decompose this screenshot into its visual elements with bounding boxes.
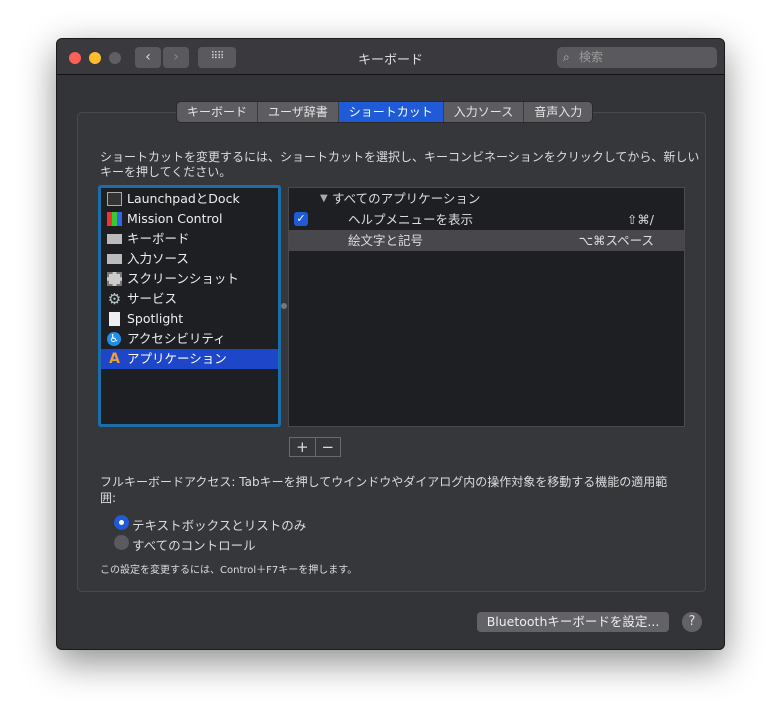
keyboard-icon	[107, 254, 122, 264]
category-input-sources[interactable]: 入力ソース	[101, 249, 278, 269]
remove-button[interactable]: −	[316, 438, 341, 456]
setup-bluetooth-keyboard-button[interactable]: Bluetoothキーボードを設定...	[477, 612, 669, 632]
search-input[interactable]: ⌕ 検索	[557, 47, 717, 68]
disclosure-triangle-icon[interactable]: ▼	[320, 188, 328, 209]
radio-label-all-controls[interactable]: すべてのコントロール	[132, 535, 256, 554]
keyboard-icon	[107, 234, 122, 244]
search-placeholder: 検索	[579, 50, 604, 64]
category-launchpad-dock[interactable]: LaunchpadとDock	[101, 189, 278, 209]
title-bar: ‹ › ⠿⠿ キーボード ⌕ 検索	[57, 39, 724, 75]
category-mission-control[interactable]: Mission Control	[101, 209, 278, 229]
instructions-text: ショートカットを変更するには、ショートカットを選択し、キーコンビネーションをクリ…	[100, 150, 700, 179]
radio-label-text-boxes-lists[interactable]: テキストボックスとリストのみ	[132, 515, 306, 534]
keyboard-preferences-window: ‹ › ⠿⠿ キーボード ⌕ 検索 キーボード ユーザ辞書 ショートカット 入力…	[56, 38, 725, 650]
radio-all-controls[interactable]	[114, 535, 129, 550]
category-screenshots[interactable]: スクリーンショット	[101, 269, 278, 289]
launchpad-icon	[107, 192, 122, 206]
app-store-icon: A	[109, 351, 120, 367]
tab-dictation[interactable]: 音声入力	[524, 102, 592, 122]
category-app-shortcuts[interactable]: A アプリケーション	[101, 349, 278, 369]
gear-icon: ⚙	[107, 290, 122, 308]
category-spotlight[interactable]: Spotlight	[101, 309, 278, 329]
screenshot-icon	[107, 272, 122, 286]
radio-text-boxes-lists[interactable]	[114, 515, 129, 530]
tab-bar: キーボード ユーザ辞書 ショートカット 入力ソース 音声入力	[177, 102, 593, 122]
shortcut-row[interactable]: 絵文字と記号 ⌥⌘スペース	[289, 230, 684, 251]
tab-user-dictionary[interactable]: ユーザ辞書	[258, 102, 339, 122]
tab-input-sources[interactable]: 入力ソース	[444, 102, 525, 122]
shortcut-group-row[interactable]: ▼ すべてのアプリケーション	[289, 188, 684, 209]
search-icon: ⌕	[563, 50, 570, 64]
shortcut-note: この設定を変更するには、Control＋F7キーを押します。	[100, 565, 358, 576]
add-remove-control: + −	[289, 437, 341, 457]
spotlight-icon	[109, 312, 120, 326]
help-button[interactable]: ?	[682, 612, 702, 632]
category-services[interactable]: ⚙ サービス	[101, 289, 278, 309]
category-accessibility[interactable]: ♿ アクセシビリティ	[101, 329, 278, 349]
category-keyboard[interactable]: キーボード	[101, 229, 278, 249]
shortcut-checkbox[interactable]: ✓	[294, 212, 308, 226]
tab-shortcuts[interactable]: ショートカット	[338, 102, 444, 122]
mission-control-icon	[107, 212, 122, 226]
split-handle[interactable]	[281, 303, 287, 309]
add-button[interactable]: +	[290, 438, 316, 456]
shortcut-row[interactable]: ✓ ヘルプメニューを表示 ⇧⌘/	[289, 209, 684, 230]
full-keyboard-access-description: フルキーボードアクセス: Tabキーを押してウインドウやダイアログ内の操作対象を…	[100, 475, 668, 505]
tab-keyboard[interactable]: キーボード	[177, 102, 259, 122]
shortcuts-table[interactable]: ▼ すべてのアプリケーション ✓ ヘルプメニューを表示 ⇧⌘/ 絵文字と記号 ⌥…	[288, 187, 685, 427]
category-list[interactable]: LaunchpadとDock Mission Control キーボード 入力ソ…	[98, 185, 281, 427]
accessibility-icon: ♿	[107, 332, 121, 346]
